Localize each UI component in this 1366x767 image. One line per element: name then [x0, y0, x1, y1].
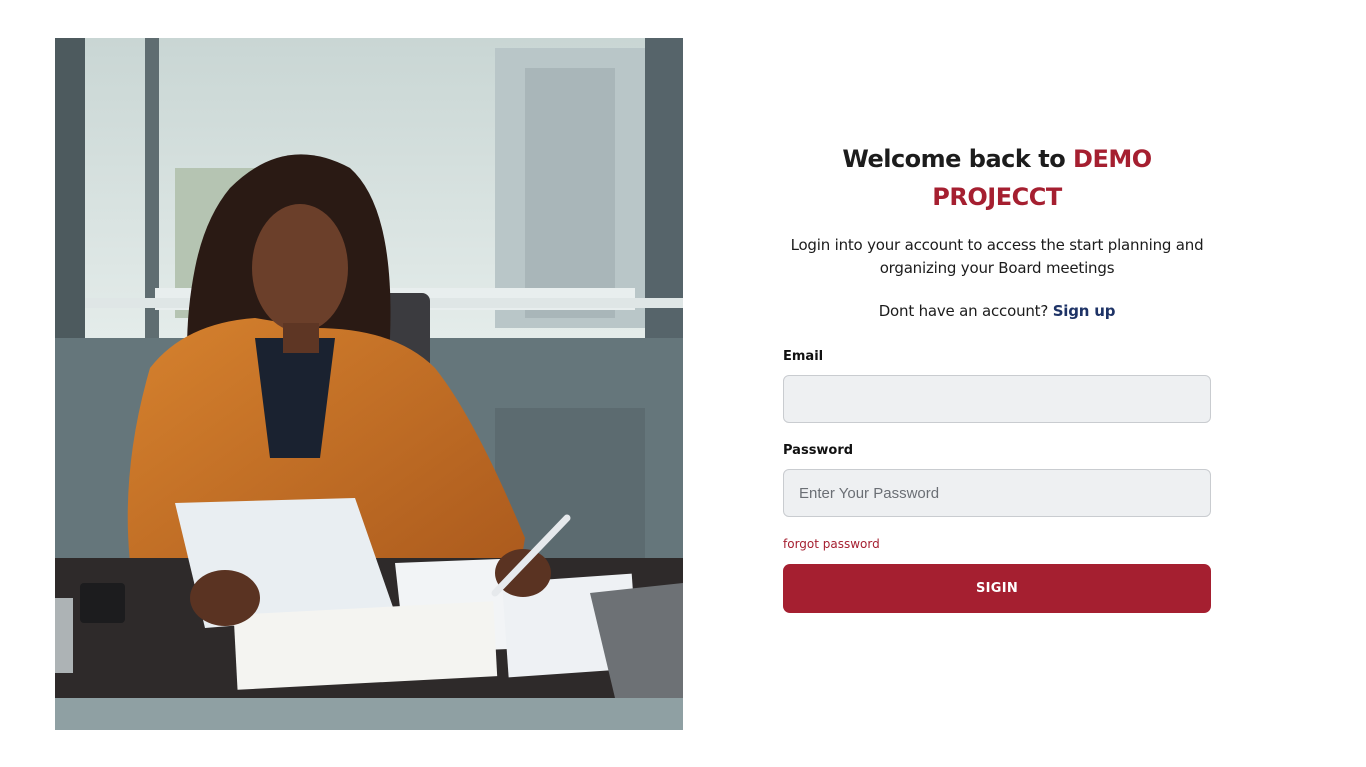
hero-photo-illustration: [55, 38, 683, 730]
email-label: Email: [783, 349, 824, 364]
login-subtitle: Login into your account to access the st…: [790, 236, 1204, 277]
password-label: Password: [783, 443, 854, 458]
signup-prompt-line: Dont have an account? Sign up: [783, 300, 1211, 323]
forgot-password-link[interactable]: forgot password: [783, 537, 880, 551]
password-field[interactable]: [783, 469, 1211, 517]
email-field[interactable]: [783, 375, 1211, 423]
title-prefix: Welcome back to: [842, 145, 1074, 173]
page-title: Welcome back to DEMO PROJECCT: [783, 140, 1211, 216]
login-page: Welcome back to DEMO PROJECCT Login into…: [0, 0, 1366, 767]
hero-photo: [55, 38, 683, 730]
signin-button[interactable]: SIGIN: [783, 564, 1211, 613]
login-form-panel: Welcome back to DEMO PROJECCT Login into…: [783, 140, 1211, 613]
signup-link[interactable]: Sign up: [1053, 302, 1116, 320]
signup-prompt-text: Dont have an account?: [878, 302, 1053, 320]
